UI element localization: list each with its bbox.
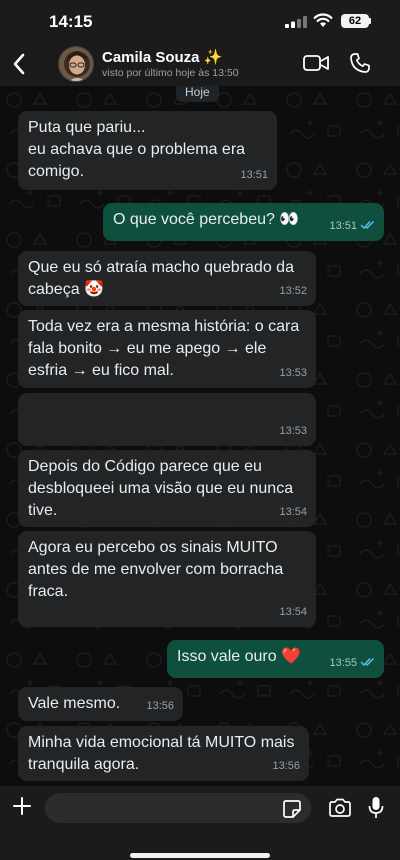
message-time: 13:53: [279, 425, 307, 437]
message-time: 13:54: [279, 506, 307, 518]
battery-tip: [369, 18, 371, 24]
message-text: Depois do Código parece que eu desbloque…: [28, 458, 294, 519]
message-text: Agora eu percebo os sinais MUITO antes d…: [28, 539, 284, 600]
message-bubble-incoming[interactable]: Depois do Código parece que eu desbloque…: [18, 450, 316, 527]
battery-level: 62: [348, 15, 362, 27]
message-text: Toda vez era a mesma história: o cara fa…: [28, 318, 300, 379]
read-receipt-icon: [360, 220, 375, 230]
plus-icon[interactable]: [11, 795, 33, 817]
chat-area[interactable]: Hoje Puta que pariu... eu achava que o p…: [0, 86, 400, 786]
chat-header: Camila Souza ✨ visto por último hoje às …: [0, 44, 400, 86]
message-bubble-incoming[interactable]: Minha vida emocional tá MUITO mais tranq…: [18, 726, 309, 781]
message-input[interactable]: [45, 793, 311, 823]
sticker-icon[interactable]: [282, 799, 302, 819]
message-time: 13:52: [279, 285, 307, 297]
message-bubble-outgoing[interactable]: Isso vale ouro ❤️ 13:55: [167, 640, 384, 678]
message-time: 13:51: [240, 169, 268, 181]
status-time: 14:15: [49, 12, 93, 31]
message-time: 13:56: [272, 760, 300, 772]
wifi-icon: [313, 13, 333, 27]
home-indicator: [130, 853, 270, 858]
message-text: Puta que pariu... eu achava que o proble…: [28, 119, 246, 180]
date-divider-label: Hoje: [185, 86, 210, 99]
camera-icon[interactable]: [328, 798, 352, 818]
message-bubble-outgoing[interactable]: O que você percebeu? 👀 13:51: [103, 203, 384, 241]
signal-icon: [285, 16, 307, 28]
message-time: 13:55: [329, 657, 357, 669]
last-seen-status: visto por último hoje às 13:50: [102, 67, 239, 79]
status-bar: 14:15 62: [0, 0, 400, 44]
phone-icon[interactable]: [349, 52, 371, 74]
date-divider: Hoje: [176, 86, 219, 102]
message-time: 13:54: [279, 606, 307, 618]
message-bubble-incoming[interactable]: Puta que pariu... eu achava que o proble…: [18, 111, 277, 190]
message-bubble-incoming[interactable]: Vale mesmo. 13:56: [18, 687, 183, 721]
contact-name[interactable]: Camila Souza ✨: [102, 48, 222, 66]
avatar-image: [59, 47, 93, 81]
message-bubble-incoming[interactable]: Agora eu percebo os sinais MUITO antes d…: [18, 531, 316, 627]
message-time: 13:56: [146, 700, 174, 712]
back-icon[interactable]: [10, 50, 30, 78]
message-meta: 13:51: [329, 215, 375, 237]
message-composer: [0, 786, 400, 860]
message-text: Que eu só atraía macho quebrado da cabeç…: [28, 259, 294, 298]
message-meta: 13:55: [329, 652, 375, 674]
battery-indicator: 62: [341, 14, 369, 28]
message-bubble-incoming[interactable]: Que eu só atraía macho quebrado da cabeç…: [18, 251, 316, 306]
message-bubble-incoming[interactable]: Toda vez era a mesma história: o cara fa…: [18, 310, 316, 388]
read-receipt-icon: [360, 657, 375, 667]
message-time: 13:53: [279, 367, 307, 379]
microphone-icon[interactable]: [368, 796, 384, 820]
video-call-icon[interactable]: [303, 53, 329, 73]
message-time: 13:51: [329, 220, 357, 232]
avatar[interactable]: [58, 46, 94, 82]
message-bubble-incoming[interactable]: 13:53: [18, 393, 316, 446]
message-text: Minha vida emocional tá MUITO mais tranq…: [28, 734, 295, 773]
